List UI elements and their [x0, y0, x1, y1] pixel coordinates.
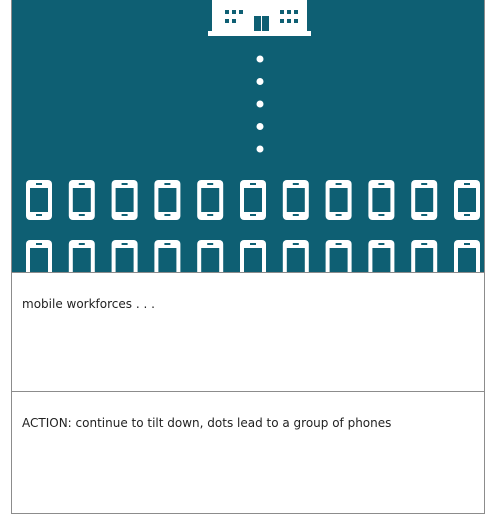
- smartphone-icon: [111, 240, 138, 272]
- smartphone-icon: [240, 180, 266, 220]
- smartphone-icon: [325, 240, 352, 272]
- smartphone-icon: [240, 240, 266, 272]
- action-panel: ACTION: continue to tilt down, dots lead…: [12, 392, 484, 514]
- smartphone-icon: [154, 240, 181, 272]
- phone-group: [26, 180, 480, 272]
- dot-icon: [256, 55, 264, 63]
- smartphone-icon: [197, 240, 224, 272]
- smartphone-icon: [197, 180, 224, 220]
- dot-icon: [256, 78, 264, 85]
- smartphone-icon: [68, 180, 95, 220]
- smartphone-icon: [411, 180, 438, 220]
- dot-icon: [256, 100, 264, 108]
- dotted-connector: [256, 55, 264, 153]
- smartphone-icon: [282, 180, 309, 220]
- smartphone-icon: [411, 240, 438, 272]
- smartphone-icon: [154, 180, 181, 220]
- caption-panel: mobile workforces . . .: [12, 272, 484, 392]
- smartphone-icon: [26, 240, 52, 272]
- smartphone-icon: [454, 240, 480, 272]
- smartphone-icon: [325, 180, 352, 220]
- office-building-icon: [208, 0, 311, 36]
- smartphone-icon: [454, 180, 480, 220]
- dot-icon: [256, 145, 264, 153]
- illustration-canvas: [26, 0, 480, 272]
- smartphone-icon: [68, 240, 95, 272]
- smartphone-icon: [111, 180, 138, 220]
- storyboard-illustration: [12, 0, 484, 272]
- smartphone-icon: [368, 180, 395, 220]
- dot-icon: [256, 123, 264, 130]
- smartphone-icon: [368, 240, 395, 272]
- caption-text: mobile workforces . . .: [22, 297, 155, 311]
- smartphone-icon: [26, 180, 52, 220]
- smartphone-icon: [282, 240, 309, 272]
- action-text: ACTION: continue to tilt down, dots lead…: [22, 416, 392, 430]
